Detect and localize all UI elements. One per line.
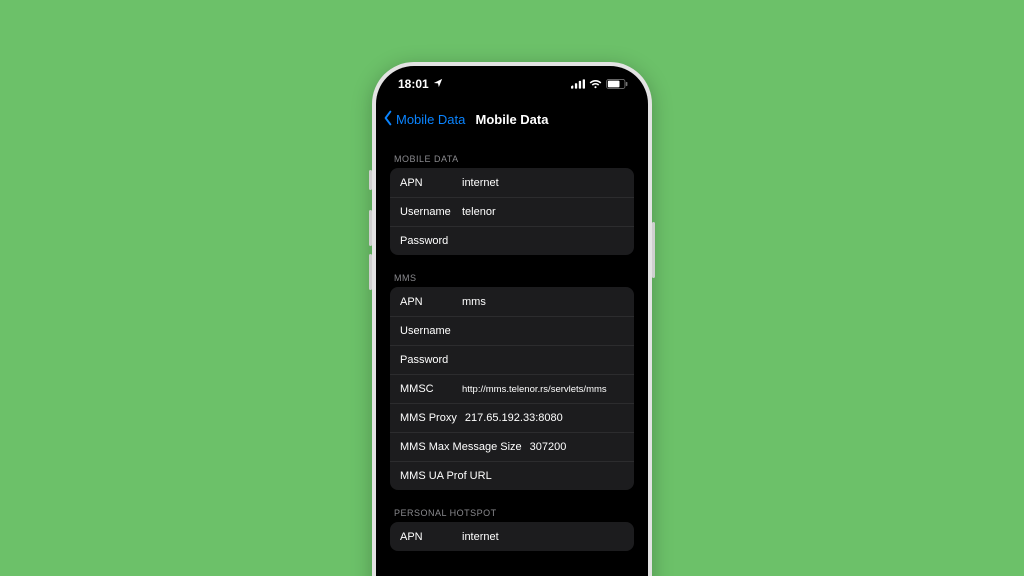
field-label: Username: [400, 325, 462, 337]
section-header-hotspot: PERSONAL HOTSPOT: [390, 490, 634, 522]
phone-notch: [447, 66, 577, 90]
group-mobile-data: APN internet Username telenor Password: [390, 168, 634, 255]
field-value[interactable]: mms: [462, 296, 624, 308]
row-mms-mmsc[interactable]: MMSC http://mms.telenor.rs/servlets/mms: [390, 374, 634, 403]
row-hotspot-apn[interactable]: APN internet: [390, 522, 634, 551]
location-arrow-icon: [433, 77, 443, 91]
field-value[interactable]: 217.65.192.33:8080: [465, 412, 624, 424]
row-mms-username[interactable]: Username: [390, 316, 634, 345]
row-mobiledata-username[interactable]: Username telenor: [390, 197, 634, 226]
field-label: Username: [400, 206, 462, 218]
row-mms-uaprof[interactable]: MMS UA Prof URL: [390, 461, 634, 490]
field-value[interactable]: 307200: [530, 441, 624, 453]
back-label: Mobile Data: [396, 112, 465, 127]
chevron-left-icon: [382, 110, 394, 129]
battery-icon: [606, 79, 628, 89]
field-label: MMS Max Message Size: [400, 441, 522, 453]
row-mms-maxsize[interactable]: MMS Max Message Size 307200: [390, 432, 634, 461]
group-hotspot: APN internet: [390, 522, 634, 551]
settings-scroll[interactable]: MOBILE DATA APN internet Username teleno…: [376, 136, 648, 576]
field-label: Password: [400, 235, 462, 247]
wifi-icon: [589, 79, 602, 89]
back-button[interactable]: Mobile Data: [380, 110, 465, 129]
field-label: APN: [400, 531, 462, 543]
row-mms-proxy[interactable]: MMS Proxy 217.65.192.33:8080: [390, 403, 634, 432]
page-title: Mobile Data: [476, 112, 549, 127]
field-label: MMSC: [400, 383, 462, 395]
section-header-mms: MMS: [390, 255, 634, 287]
field-value[interactable]: telenor: [462, 206, 624, 218]
status-time: 18:01: [398, 77, 429, 91]
section-header-mobile-data: MOBILE DATA: [390, 136, 634, 168]
nav-bar: Mobile Data Mobile Data: [376, 102, 648, 136]
field-value[interactable]: internet: [462, 531, 624, 543]
row-mms-password[interactable]: Password: [390, 345, 634, 374]
field-label: APN: [400, 296, 462, 308]
row-mms-apn[interactable]: APN mms: [390, 287, 634, 316]
row-mobiledata-password[interactable]: Password: [390, 226, 634, 255]
row-mobiledata-apn[interactable]: APN internet: [390, 168, 634, 197]
field-label: APN: [400, 177, 462, 189]
group-mms: APN mms Username Password MMSC http://mm…: [390, 287, 634, 490]
field-label: MMS UA Prof URL: [400, 470, 492, 482]
field-value[interactable]: http://mms.telenor.rs/servlets/mms: [462, 384, 624, 395]
field-value[interactable]: internet: [462, 177, 624, 189]
phone-frame: 18:01: [372, 62, 652, 576]
field-label: MMS Proxy: [400, 412, 457, 424]
field-label: Password: [400, 354, 462, 366]
